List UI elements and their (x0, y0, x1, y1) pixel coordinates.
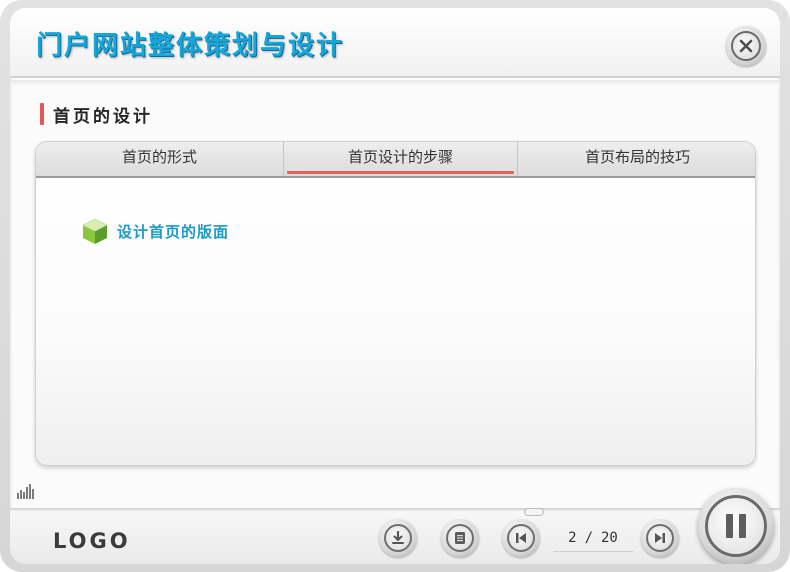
list-icon (446, 524, 474, 552)
download-icon (384, 524, 412, 552)
tab-label: 首页设计的步骤 (347, 148, 453, 166)
menu-button[interactable] (441, 519, 479, 557)
cube-icon (82, 218, 108, 244)
progress-handle[interactable] (524, 508, 544, 516)
app-window: 门户网站整体策划与设计 首页的设计 首页的形式 首页设计的步骤 首页布局的技巧 (10, 8, 780, 564)
tab-homepage-layout-tips[interactable]: 首页布局的技巧 (518, 142, 755, 176)
download-button[interactable] (379, 519, 417, 557)
page-indicator: 2 / 20 (553, 524, 633, 552)
section-accent-bar (40, 103, 44, 125)
tab-homepage-design-steps[interactable]: 首页设计的步骤 (284, 142, 518, 176)
previous-button[interactable] (502, 519, 540, 557)
active-tab-indicator (287, 171, 514, 174)
tab-bar: 首页的形式 首页设计的步骤 首页布局的技巧 (36, 142, 755, 178)
previous-icon (507, 524, 535, 552)
next-button[interactable] (641, 519, 679, 557)
equalizer-icon (17, 484, 34, 499)
close-button[interactable] (726, 26, 766, 66)
header-divider (10, 80, 780, 85)
page-separator: / (584, 529, 593, 546)
section-header: 首页的设计 (40, 103, 153, 127)
content-panel: 首页的形式 首页设计的步骤 首页布局的技巧 设计首页的版面 (35, 141, 756, 466)
tab-homepage-forms[interactable]: 首页的形式 (36, 142, 284, 176)
section-title: 首页的设计 (53, 106, 153, 127)
tab-label: 首页的形式 (121, 148, 197, 166)
logo: LOGO (53, 529, 131, 553)
close-icon (731, 31, 761, 61)
title-bar: 门户网站整体策划与设计 (10, 8, 780, 78)
total-pages: 20 (601, 529, 618, 546)
current-page: 2 (568, 529, 577, 546)
content-link-label: 设计首页的版面 (117, 222, 230, 241)
pause-icon (705, 495, 767, 557)
content-link-item[interactable]: 设计首页的版面 (80, 215, 229, 247)
window-title: 门户网站整体策划与设计 (36, 31, 345, 61)
pause-button[interactable] (698, 488, 774, 564)
next-icon (646, 524, 674, 552)
tab-label: 首页布局的技巧 (584, 148, 690, 166)
